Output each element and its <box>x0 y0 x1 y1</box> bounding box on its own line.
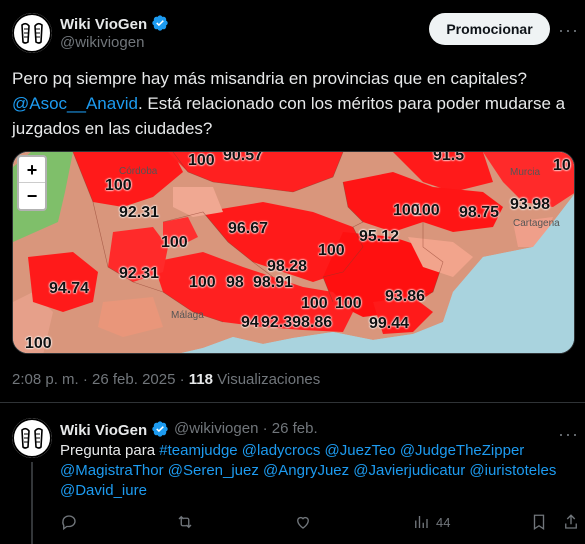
map-value-label: 100 <box>335 295 362 312</box>
map-value-label: 92.398.86 <box>261 314 333 331</box>
verified-icon <box>152 421 168 437</box>
avatar-logo-icon <box>12 418 52 458</box>
map-value-label: 100 <box>301 295 328 312</box>
avatar-logo-icon <box>12 13 52 53</box>
zoom-in-button[interactable]: + <box>19 157 45 183</box>
retweet-icon <box>178 515 192 529</box>
city-label: Málaga <box>171 310 204 321</box>
tweet-meta: 2:08 p. m. · 26 feb. 2025 · 118 Visualiz… <box>12 371 320 388</box>
divider <box>0 402 585 403</box>
tweet-text-start: Pero pq siempre hay más misandria en pro… <box>12 69 527 88</box>
views-count: 118 <box>188 371 213 388</box>
author-handle[interactable]: @wikiviogen <box>60 34 144 51</box>
reply-avatar[interactable] <box>12 418 52 458</box>
map-zoom-control[interactable]: + − <box>17 155 47 211</box>
map-value-label: 99.44 <box>369 315 410 332</box>
reply-icon <box>62 515 76 531</box>
city-label: Murcia <box>510 167 541 178</box>
like-icon <box>297 516 309 529</box>
reply-date[interactable]: · 26 feb. <box>263 420 318 437</box>
map-value-label: 94 <box>241 314 259 331</box>
map-value-label: 98.91 <box>253 274 294 291</box>
share-button[interactable] <box>562 513 580 531</box>
reply-button[interactable] <box>60 513 78 531</box>
tweet-timestamp[interactable]: 2:08 p. m. · 26 feb. 2025 · <box>12 371 189 388</box>
map-value-label: 90.57 <box>223 151 264 164</box>
bookmark-icon <box>533 514 545 531</box>
reply-author-handle[interactable]: @wikiviogen <box>174 420 258 437</box>
tweet-text: Pero pq siempre hay más misandria en pro… <box>12 66 572 141</box>
reply-author-name[interactable]: Wiki VioGen <box>60 422 147 439</box>
mention-link[interactable]: @Asoc__Anavid <box>12 94 138 113</box>
map-value-label: 93.98 <box>510 196 551 213</box>
reply-author-row[interactable]: Wiki VioGen <box>60 420 169 439</box>
views-label: Visualizaciones <box>212 371 321 388</box>
map-value-label: 100 <box>188 152 215 169</box>
map-value-label: 98.75 <box>459 204 500 221</box>
views-button[interactable]: 44 <box>412 513 450 531</box>
bookmark-button[interactable] <box>530 513 548 531</box>
map-value-label: 100 <box>318 242 345 259</box>
retweet-button[interactable] <box>176 513 194 531</box>
map-value-label: 100 <box>25 335 52 352</box>
promote-button[interactable]: Promocionar <box>429 13 550 45</box>
map-value-label: 96.67 <box>228 220 269 237</box>
city-label: Córdoba <box>119 166 158 177</box>
map-value-label: 93.86 <box>385 288 426 305</box>
map-value-label: 10 <box>553 157 571 174</box>
map-value-label: 92.31 <box>119 265 160 282</box>
map-image[interactable]: + − Córdoba Murcia Cartagena Málaga 100 … <box>12 151 575 354</box>
like-button[interactable] <box>294 513 312 531</box>
map-value-label: 100 <box>161 234 188 251</box>
views-icon <box>415 516 428 528</box>
map-value-label: 92.31 <box>119 204 160 221</box>
map-value-label: 94.74 <box>49 280 90 297</box>
zoom-out-button[interactable]: − <box>19 183 45 209</box>
more-icon[interactable]: ··· <box>558 21 578 44</box>
reply-handle-date: @wikiviogen · 26 feb. <box>174 420 318 437</box>
map-value-label: 95.12 <box>359 228 400 245</box>
city-label: Cartagena <box>513 218 560 229</box>
thread-line <box>31 462 33 544</box>
map-value-label: 98.28 <box>267 258 308 275</box>
map-value-label: 100 <box>393 202 420 219</box>
verified-icon <box>152 15 168 31</box>
avatar[interactable] <box>12 13 52 53</box>
reply-prefix: Pregunta para <box>60 442 160 459</box>
reply-views-count: 44 <box>436 514 451 530</box>
map-value-label: 100 <box>189 274 216 291</box>
map-value-label: 98 <box>226 274 244 291</box>
author-name-row[interactable]: Wiki VioGen <box>60 14 169 33</box>
share-icon <box>565 514 577 529</box>
author-name[interactable]: Wiki VioGen <box>60 16 147 33</box>
reply-text: Pregunta para #teamjudge @ladycrocs @Jue… <box>60 441 565 501</box>
map-value-label: 91.5 <box>433 151 465 164</box>
map-value-label: 100 <box>105 177 132 194</box>
